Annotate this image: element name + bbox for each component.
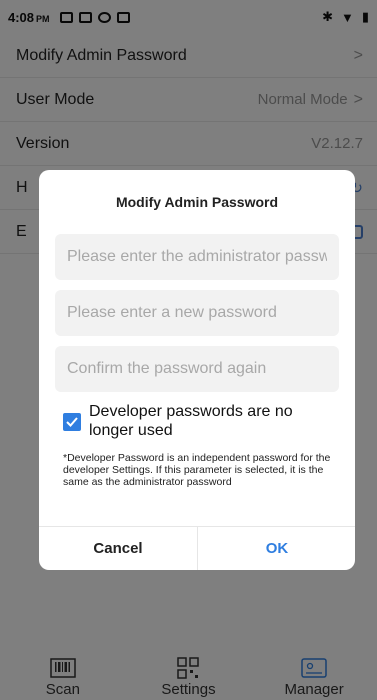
admin-password-input[interactable] <box>55 234 339 280</box>
developer-password-option[interactable]: Developer passwords are no longer used <box>63 402 339 440</box>
dialog-title: Modify Admin Password <box>115 194 279 210</box>
ok-button[interactable]: OK <box>198 527 356 570</box>
developer-password-label: Developer passwords are no longer used <box>89 403 293 439</box>
new-password-input[interactable] <box>55 290 339 336</box>
developer-password-checkbox[interactable] <box>63 413 81 431</box>
developer-password-note: *Developer Password is an independent pa… <box>63 452 331 488</box>
confirm-password-input[interactable] <box>55 346 339 392</box>
checkmark-icon <box>66 417 78 427</box>
cancel-button[interactable]: Cancel <box>39 527 197 570</box>
modify-password-dialog: Modify Admin Password Developer password… <box>39 170 355 570</box>
